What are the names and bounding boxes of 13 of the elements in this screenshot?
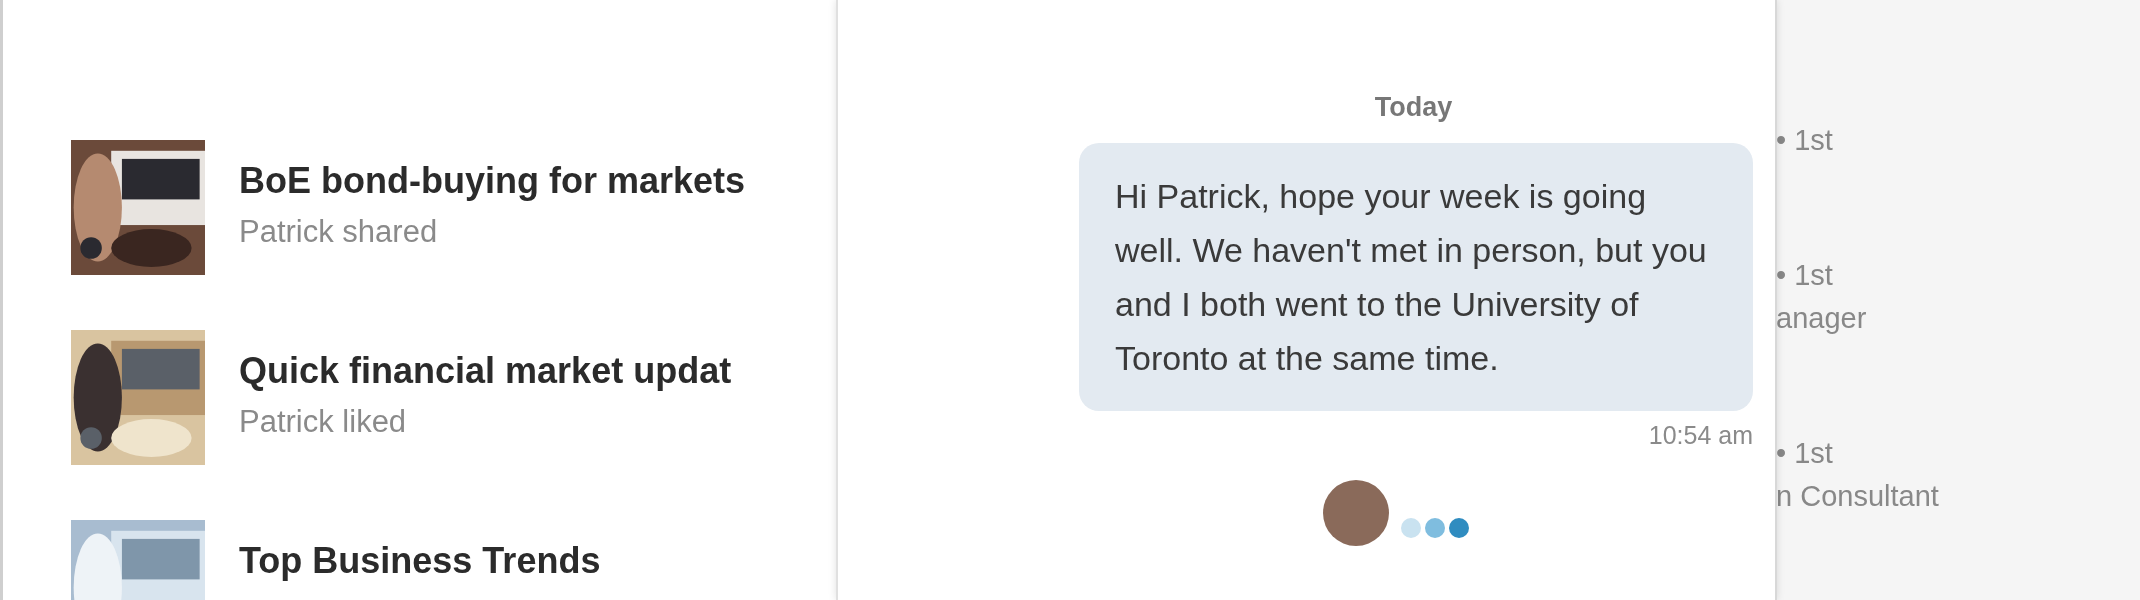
connection-headline: n Consultant [1776,480,1940,513]
connection-degree: • 1st [1776,124,1834,157]
article-title[interactable]: Quick financial market updat [239,350,732,392]
message-bubble: Hi Patrick, hope your week is going well. We haven't met in person, but you and I both went to the University of Toronto at the same time. [1079,143,1753,411]
article-title[interactable]: Top Business Trends [239,540,601,582]
activity-text: Patrick shared [239,214,439,250]
article-title[interactable]: BoE bond-buying for markets [239,160,746,202]
connection-headline: anager [1776,302,1868,335]
message-time: 10:54 am [1648,421,1753,450]
connection-degree: • 1st [1776,437,1834,470]
connection-degree: • 1st [1776,259,1834,292]
activity-text: Patrick liked [239,404,408,440]
date-divider: Today [1374,92,1453,123]
